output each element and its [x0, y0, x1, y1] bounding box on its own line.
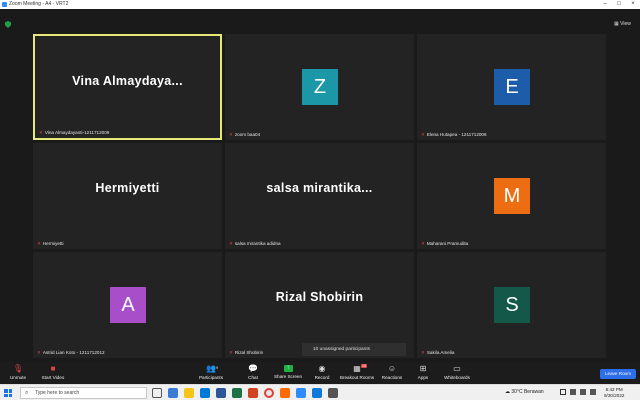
chat-button[interactable]: 💬 Chat — [233, 364, 273, 381]
window-title: Zoom Meeting - A4 - VRT2 — [9, 1, 69, 7]
avatar: M — [494, 178, 530, 214]
meeting-area: ▦ View Vina Almaydaya... ✕ Vina Almaydaya… — [0, 9, 640, 362]
participant-name-large: Rizal Shobirin — [275, 290, 364, 304]
participant-label: ✕ zoom baa04 — [229, 132, 261, 137]
zoom-app-icon — [2, 2, 7, 7]
breakout-rooms-button[interactable]: ▦ 10 Breakout Rooms — [337, 364, 377, 380]
store-app-icon[interactable] — [168, 388, 178, 398]
taskbar-clock[interactable]: 6:42 PM 9/30/2022 — [604, 387, 624, 399]
window-titlebar: Zoom Meeting - A4 - VRT2 – □ × — [0, 0, 640, 9]
battery-icon[interactable] — [590, 389, 596, 395]
weather-widget[interactable]: ☁ 30°C Berawan — [505, 389, 544, 395]
chevron-up-icon[interactable] — [560, 389, 566, 395]
record-button[interactable]: ◉ Record — [302, 364, 342, 381]
participants-icon: 👥 — [206, 364, 216, 373]
breakout-rooms-badge: 10 — [361, 364, 367, 368]
mic-muted-icon: ✕ — [421, 132, 425, 137]
mic-off-icon: 🎙 — [13, 364, 24, 373]
chrome-icon[interactable] — [264, 388, 274, 398]
record-icon: ◉ — [318, 364, 326, 373]
video-tile-zoom-baa04[interactable]: Z ✕ zoom baa04 — [225, 34, 414, 140]
mic-muted-icon: ✕ — [229, 132, 233, 137]
video-tile-hermiyetti[interactable]: Hermiyetti ✕ Hermiyetti — [33, 143, 222, 249]
video-tile-vina[interactable]: Vina Almaydaya... ✕ Vina Almaydayanti-121… — [33, 34, 222, 140]
mic-muted-icon: ✕ — [37, 350, 41, 355]
close-button[interactable]: × — [626, 0, 640, 9]
media-player-icon[interactable] — [328, 388, 338, 398]
share-screen-icon: ↑ — [283, 365, 293, 372]
video-tile-astrid[interactable]: A ✕ Astrid Lian Koto - 1211712012 — [33, 252, 222, 358]
participant-label: ✕ Astrid Lian Koto - 1211712012 — [37, 350, 105, 355]
avatar: E — [494, 69, 530, 105]
video-tile-salsa[interactable]: salsa mirantika... ✕ salsa mirantika adid… — [225, 143, 414, 249]
participant-name-large: salsa mirantika... — [266, 181, 373, 195]
reactions-icon: ☺ — [387, 364, 397, 373]
search-icon: ⌕ — [25, 390, 29, 396]
meeting-toolbar: 🎙 Unmute ■ Start Video 👥 9 Participants … — [0, 362, 640, 384]
mic-muted-icon: ✕ — [37, 241, 41, 246]
powerpoint-icon[interactable] — [248, 388, 258, 398]
file-explorer-icon[interactable] — [184, 388, 194, 398]
avatar: S — [494, 287, 530, 323]
start-video-button[interactable]: ■ Start Video — [33, 364, 73, 381]
participant-name-large: Vina Almaydaya... — [72, 74, 183, 88]
apps-icon: ⊞ — [419, 364, 427, 373]
mic-muted-icon: ✕ — [421, 350, 425, 355]
mic-muted-icon: ✕ — [421, 241, 425, 246]
security-shield-icon[interactable] — [5, 21, 11, 28]
word-icon[interactable] — [216, 388, 226, 398]
mic-muted-icon: ✕ — [39, 130, 43, 135]
video-tile-maharani[interactable]: M ✕ Maharani Pramudita — [417, 143, 606, 249]
volume-icon[interactable] — [580, 389, 586, 395]
maximize-button[interactable]: □ — [612, 0, 626, 9]
leave-room-button[interactable]: Leave Room — [600, 369, 636, 379]
video-off-icon: ■ — [50, 364, 56, 373]
network-icon[interactable] — [570, 389, 576, 395]
view-button[interactable]: ▦ View — [614, 21, 631, 27]
zoom-taskbar-icon[interactable] — [296, 388, 306, 398]
video-tile-elena[interactable]: E ✕ Elena Hutapea - 1211712006 — [417, 34, 606, 140]
video-tile-sakila[interactable]: S ✕ Sakila Amelia — [417, 252, 606, 358]
minimize-button[interactable]: – — [598, 0, 612, 9]
participant-label: ✕ Elena Hutapea - 1211712006 — [421, 132, 487, 137]
participant-label: ✕ salsa mirantika adidna — [229, 241, 281, 246]
taskbar-search-input[interactable]: ⌕ Type here to search — [20, 387, 147, 399]
edge-icon[interactable] — [312, 388, 322, 398]
windows-start-icon[interactable] — [4, 389, 12, 397]
participant-label: ✕ Vina Almaydayanti-1211712009 — [39, 130, 110, 135]
chat-icon: 💬 — [248, 364, 258, 373]
participant-label: ✕ Maharani Pramudita — [421, 241, 469, 246]
whiteboard-icon: ▭ — [453, 364, 461, 373]
avatar: A — [110, 287, 146, 323]
participants-count: 9 — [216, 365, 219, 370]
participant-name-large: Hermiyetti — [95, 181, 160, 195]
participant-label: ✕ Hermiyetti — [37, 241, 64, 246]
excel-icon[interactable] — [232, 388, 242, 398]
participant-label: ✕ Rizal Shobirin — [229, 350, 264, 355]
windows-taskbar: ⌕ Type here to search ☁ 30°C Berawan 6:4… — [0, 384, 640, 400]
participant-label: ✕ Sakila Amelia — [421, 350, 455, 355]
mic-muted-icon: ✕ — [229, 241, 233, 246]
mail-icon[interactable] — [200, 388, 210, 398]
mic-muted-icon: ✕ — [229, 350, 233, 355]
firefox-icon[interactable] — [280, 388, 290, 398]
participants-button[interactable]: 👥 9 Participants — [191, 364, 231, 381]
whiteboards-button[interactable]: ▭ Whiteboards — [437, 364, 477, 381]
task-view-icon[interactable] — [152, 388, 162, 398]
unassigned-participants-tooltip: 10 unassigned participants — [302, 343, 406, 356]
avatar: Z — [302, 69, 338, 105]
